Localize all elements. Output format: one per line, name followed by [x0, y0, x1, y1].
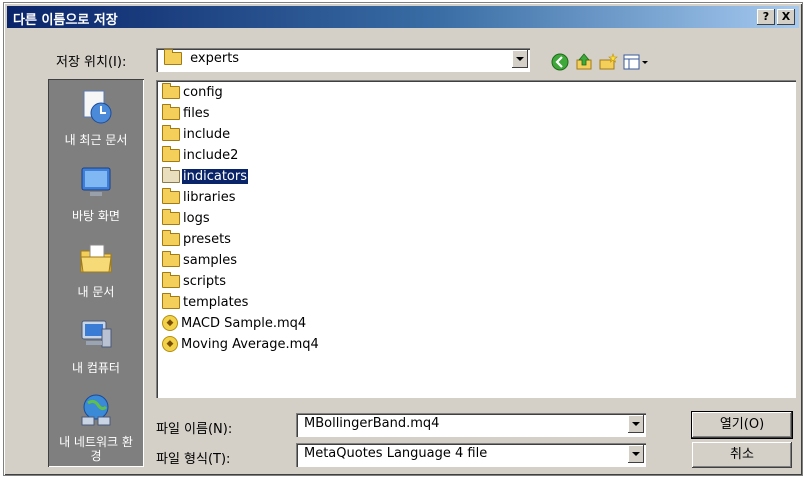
file-type-value: MetaQuotes Language 4 file	[304, 446, 488, 461]
folder-icon	[162, 271, 180, 288]
chevron-down-icon[interactable]	[512, 50, 528, 68]
file-name: include2	[183, 147, 239, 163]
list-item[interactable]: libraries	[162, 187, 237, 207]
place-desktop[interactable]: 바탕 화면	[48, 161, 144, 231]
save-location-dropdown[interactable]: experts	[156, 48, 530, 72]
list-item[interactable]: config	[162, 82, 224, 102]
my-computer-icon	[81, 320, 112, 348]
dialog-title: 다른 이름으로 저장	[13, 13, 118, 28]
place-label: 내 네트워크 환경	[59, 435, 133, 463]
save-location-text: experts	[190, 51, 240, 66]
file-name-label: 파일 이름(N):	[156, 422, 233, 437]
view-menu-icon[interactable]	[622, 52, 650, 72]
file-type-label: 파일 형식(T):	[156, 452, 231, 467]
list-item[interactable]: samples	[162, 250, 238, 270]
list-item[interactable]: presets	[162, 229, 232, 249]
list-item[interactable]: logs	[162, 208, 211, 228]
file-name-input[interactable]: MBollingerBand.mq4	[296, 413, 646, 437]
close-button[interactable]: X	[777, 9, 795, 25]
file-name: files	[183, 105, 210, 121]
file-name: samples	[183, 252, 238, 268]
place-my-computer[interactable]: 내 컴퓨터	[48, 313, 144, 383]
folder-icon	[164, 49, 182, 65]
cancel-button[interactable]: 취소	[692, 442, 792, 468]
file-type-dropdown[interactable]: MetaQuotes Language 4 file	[296, 443, 646, 467]
open-button[interactable]: 열기(O)	[691, 411, 793, 439]
my-documents-icon	[80, 244, 112, 273]
folder-icon	[162, 250, 180, 267]
place-label: 내 문서	[77, 285, 115, 299]
file-name: MACD Sample.mq4	[181, 315, 307, 331]
file-name: logs	[183, 210, 210, 226]
folder-icon	[162, 187, 180, 204]
place-network[interactable]: 내 네트워크 환경	[48, 389, 144, 465]
list-item[interactable]: ◆ MACD Sample.mq4	[162, 313, 307, 333]
chevron-down-icon[interactable]	[628, 445, 644, 463]
mq4-file-icon: ◆	[162, 315, 178, 331]
place-recent-documents[interactable]: 내 최근 문서	[48, 85, 144, 155]
recent-documents-icon	[83, 90, 112, 124]
list-item-selected[interactable]: indicators	[162, 166, 249, 186]
place-label: 내 컴퓨터	[72, 361, 120, 375]
folder-icon	[162, 145, 180, 162]
network-places-icon	[81, 394, 111, 426]
list-item[interactable]: files	[162, 103, 211, 123]
save-as-dialog: 다른 이름으로 저장 ? X 저장 위치(I): experts 내 최근 문서…	[3, 2, 803, 476]
save-location-label: 저장 위치(I):	[56, 55, 127, 70]
file-name: config	[183, 84, 223, 100]
file-name: scripts	[183, 273, 226, 289]
file-name-value: MBollingerBand.mq4	[304, 416, 440, 431]
title-bar: 다른 이름으로 저장 ? X	[7, 6, 799, 28]
folder-icon	[162, 166, 180, 183]
list-item[interactable]: include	[162, 124, 231, 144]
list-item[interactable]: templates	[162, 292, 249, 312]
folder-icon	[162, 229, 180, 246]
up-folder-icon[interactable]	[574, 52, 594, 72]
help-button[interactable]: ?	[757, 9, 775, 25]
file-name: indicators	[181, 167, 249, 185]
list-item[interactable]: include2	[162, 145, 239, 165]
chevron-down-icon[interactable]	[628, 415, 644, 433]
file-list[interactable]: config files include include2 indicators…	[156, 80, 796, 398]
folder-icon	[162, 82, 180, 99]
save-location-value: experts	[164, 49, 240, 66]
place-my-documents[interactable]: 내 문서	[48, 237, 144, 307]
places-bar: 내 최근 문서 바탕 화면 내 문서 내 컴퓨터 내 네트워크 환경	[48, 79, 144, 467]
file-name: Moving Average.mq4	[181, 336, 319, 352]
folder-icon	[162, 103, 180, 120]
list-item[interactable]: ◆ Moving Average.mq4	[162, 334, 320, 354]
folder-icon	[162, 124, 180, 141]
file-name: include	[183, 126, 231, 142]
file-name: libraries	[183, 189, 236, 205]
desktop-icon	[81, 167, 111, 196]
folder-icon	[162, 208, 180, 225]
new-folder-icon[interactable]	[598, 52, 618, 72]
file-name: templates	[183, 294, 249, 310]
place-label: 바탕 화면	[72, 209, 120, 223]
folder-icon	[162, 292, 180, 309]
list-item[interactable]: scripts	[162, 271, 227, 291]
mq4-file-icon: ◆	[162, 336, 178, 352]
back-icon[interactable]	[550, 52, 570, 72]
file-name: presets	[183, 231, 231, 247]
place-label: 내 최근 문서	[64, 133, 128, 147]
